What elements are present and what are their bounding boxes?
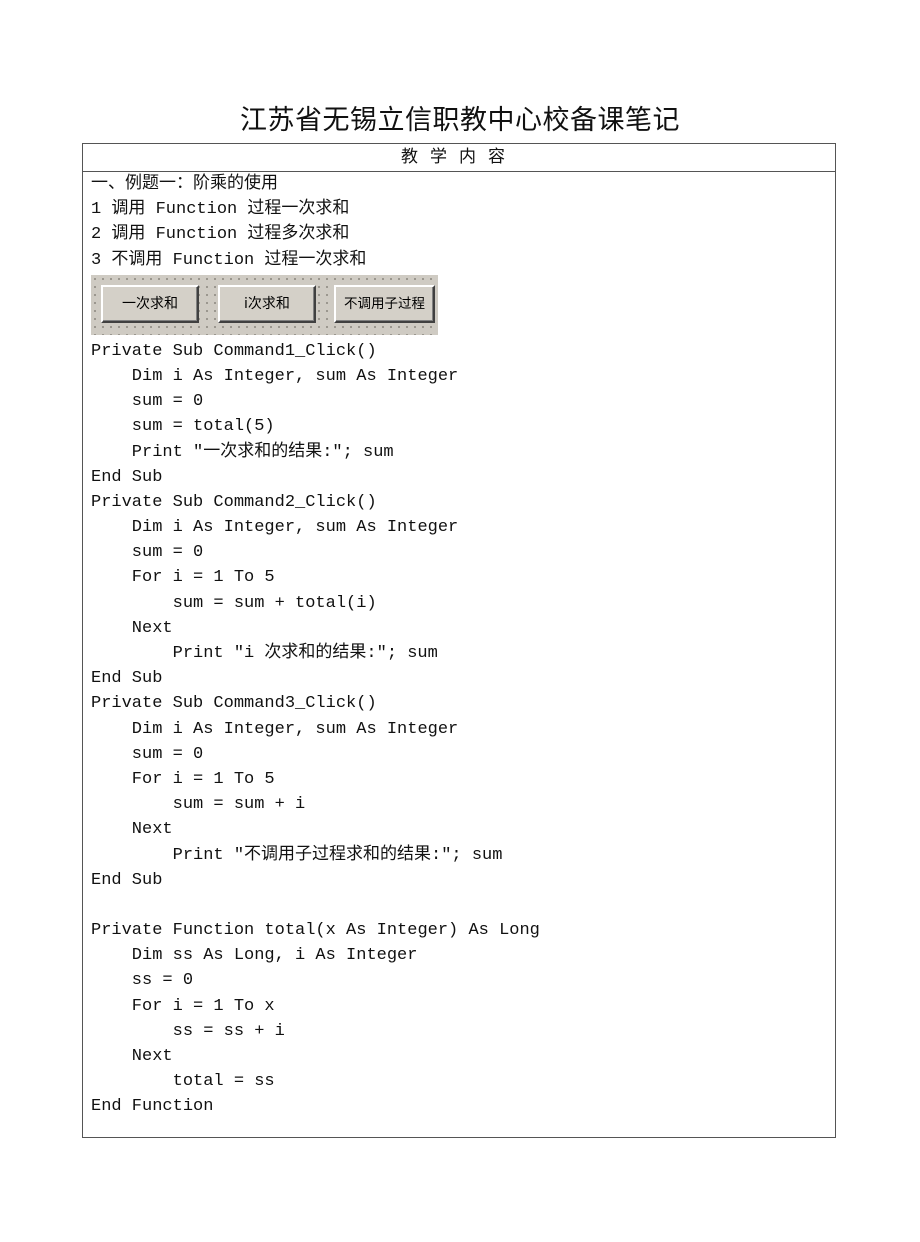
intro-heading: 一、例题一：阶乘的使用 (91, 175, 278, 194)
code-line: Dim i As Integer, sum As Integer (91, 366, 459, 386)
code-line: End Function (91, 1097, 214, 1117)
intro-item: 1 调用 Function 过程一次求和 (91, 200, 350, 220)
code-line: Private Sub Command3_Click() (91, 694, 377, 714)
code-line: End Sub (91, 467, 163, 487)
vb-form-screenshot: 一次求和 i次求和 不调用子过程 (91, 274, 438, 335)
lesson-content: 一、例题一：阶乘的使用 1 调用 Function 过程一次求和 2 调用 Fu… (83, 172, 835, 1120)
code-line: sum = 0 (91, 543, 204, 563)
code-line: End Sub (91, 870, 163, 890)
code-line: ss = 0 (91, 971, 194, 991)
section-header: 教学内容 (83, 144, 835, 172)
code-line: Dim i As Integer, sum As Integer (91, 719, 459, 739)
intro-block: 一、例题一：阶乘的使用 1 调用 Function 过程一次求和 2 调用 Fu… (91, 172, 835, 273)
command1-button[interactable]: 一次求和 (101, 284, 199, 323)
code-line: Private Sub Command1_Click() (91, 341, 377, 361)
code-line: For i = 1 To 5 (91, 568, 275, 588)
code-line: Private Function total(x As Integer) As … (91, 921, 540, 941)
code-line: Next (91, 1047, 173, 1066)
command3-button[interactable]: 不调用子过程 (334, 284, 435, 323)
code-line: sum = total(5) (91, 417, 275, 437)
code-line: Dim ss As Long, i As Integer (91, 946, 418, 966)
code-line: For i = 1 To x (91, 996, 275, 1016)
code-listing: Private Sub Command1_Click() Dim i As In… (91, 339, 835, 1120)
code-line: Print "i 次求和的结果:"; sum (91, 644, 438, 663)
code-line: sum = 0 (91, 744, 204, 764)
code-line: Dim i As Integer, sum As Integer (91, 518, 459, 538)
intro-item: 3 不调用 Function 过程一次求和 (91, 250, 367, 270)
code-line: Next (91, 618, 173, 638)
intro-item: 2 调用 Function 过程多次求和 (91, 225, 350, 245)
lesson-table: 教学内容 一、例题一：阶乘的使用 1 调用 Function 过程一次求和 2 … (82, 143, 836, 1138)
code-line: Print "一次求和的结果:"; sum (91, 442, 394, 462)
code-line: sum = sum + total(i) (91, 593, 377, 613)
code-line: sum = sum + i (91, 795, 306, 815)
code-line: Private Sub Command2_Click() (91, 492, 377, 512)
code-line: Print "不调用子过程求和的结果:"; sum (91, 845, 503, 865)
code-line: End Sub (91, 669, 163, 689)
code-line: ss = ss + i (91, 1021, 285, 1041)
code-line: total = ss (91, 1072, 275, 1092)
document-title: 江苏省无锡立信职教中心校备课笔记 (240, 105, 680, 136)
code-line: sum = 0 (91, 392, 204, 412)
code-line: For i = 1 To 5 (91, 769, 275, 789)
command2-button[interactable]: i次求和 (218, 284, 316, 323)
code-line: Next (91, 820, 173, 840)
